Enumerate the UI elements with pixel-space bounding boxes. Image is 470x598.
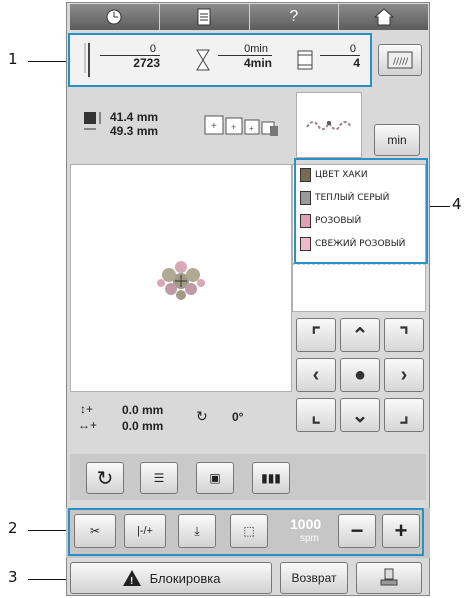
top-toolbar: ? [70,4,428,30]
lock-label: Блокировка [149,570,221,586]
rotation-angle: 0° [232,410,244,424]
thread-name-1: ЦВЕТ ХАКИ [315,170,368,180]
thread-swatch-4 [300,237,311,251]
pattern-preview-thumb [296,92,362,158]
min-label: min [387,133,407,147]
callout-line-1 [28,61,66,62]
help-icon[interactable]: ? [249,4,340,30]
rotation-icon: ↻ [196,408,208,424]
move-down-left-button[interactable]: ⌞ [296,398,336,432]
display-toggle-button[interactable]: ///// [378,44,422,76]
move-left-button[interactable]: ‹ [296,358,336,392]
thread-list-empty [292,264,426,312]
presser-foot-icon [380,568,398,586]
thread-item-4[interactable]: СВЕЖИЙ РОЗОВЫЙ [300,235,405,253]
tension-icon: |-/+ [136,525,153,537]
size-width: 49.3 mm [110,124,159,138]
trial-button[interactable]: ☰ [140,462,178,494]
hoop-icon: + + + [204,115,278,136]
size-height: 41.4 mm [110,110,159,124]
thread-item-1[interactable]: ЦВЕТ ХАКИ [300,166,368,184]
callout-2: 2 [8,519,18,537]
callout-line-2 [28,530,66,531]
warning-icon: ! [122,570,141,587]
tension-button[interactable]: |-/+ [124,514,166,548]
thread-item-2[interactable]: ТЕПЛЫЙ СЕРЫЙ [300,189,389,207]
move-center-button[interactable]: ● [340,358,380,392]
move-right-button[interactable]: › [384,358,424,392]
outline-icon: ⬚ [243,524,255,538]
return-label: Возврат [291,571,337,585]
horizontal-offset: 0.0 mm [122,419,164,433]
rotate-icon: ↻ [96,467,114,490]
thread-item-3[interactable]: РОЗОВЫЙ [300,212,361,230]
rotate-button[interactable]: ↻ [86,462,124,494]
monitor-icon: ///// [387,51,413,69]
move-up-left-button[interactable]: ⌜ [296,318,336,352]
callout-4: 4 [452,195,462,213]
speed-increase-button[interactable]: + [382,514,420,548]
speed-decrease-button[interactable]: − [338,514,376,548]
speed-value: 1000 [290,516,322,532]
document-icon[interactable] [159,4,250,30]
design-canvas[interactable] [70,164,292,392]
min-button[interactable]: min [374,124,420,156]
move-up-button[interactable]: ⌃ [340,318,380,352]
svg-text:+: + [249,124,254,133]
thread-name-2: ТЕПЛЫЙ СЕРЫЙ [315,193,390,203]
thread-swatch-3 [300,214,311,228]
svg-text:+: + [211,121,217,132]
size-icon [84,112,101,130]
scissors-icon: ✂ [89,524,101,538]
frame-icon: ▣ [209,471,221,485]
move-up-right-button[interactable]: ⌝ [384,318,424,352]
svg-text://///: ///// [393,57,409,67]
svg-text:!: ! [130,576,133,587]
callout-3: 3 [8,568,18,586]
horizontal-offset-icon: ↔+ [78,418,98,432]
speed-unit: spm [300,533,319,544]
needle-down-icon: ⤓ [194,523,200,538]
thread-order-button[interactable]: ▮▮▮ [252,462,290,494]
frame-button[interactable]: ▣ [196,462,234,494]
highlight-progress [68,33,372,87]
callout-1: 1 [8,50,18,68]
return-button[interactable]: Возврат [280,562,348,594]
thread-order-icon: ▮▮▮ [261,471,281,485]
vertical-offset: 0.0 mm [122,403,164,417]
vertical-offset-icon: ↕+ [80,402,94,416]
embroidery-design [157,261,205,300]
home-icon[interactable] [339,4,428,30]
thread-name-3: РОЗОВЫЙ [315,216,362,226]
move-down-right-button[interactable]: ⌟ [384,398,424,432]
thread-name-4: СВЕЖИЙ РОЗОВЫЙ [315,239,406,249]
presser-foot-button[interactable] [356,562,422,594]
move-down-button[interactable]: ⌄ [340,398,380,432]
callout-line-3 [28,579,66,580]
thread-swatch-1 [300,168,311,182]
svg-text:+: + [231,122,236,132]
callout-line-4 [430,206,450,207]
outline-button[interactable]: ⬚ [230,514,268,548]
clock-icon[interactable] [70,4,160,30]
thread-cutter-button[interactable]: ✂ [74,514,116,548]
thread-swatch-2 [300,191,311,205]
trial-icon: ☰ [153,471,165,485]
needle-position-button[interactable]: ⤓ [178,514,216,548]
lock-button[interactable]: ! Блокировка [70,562,272,594]
help-glyph: ? [289,8,299,25]
